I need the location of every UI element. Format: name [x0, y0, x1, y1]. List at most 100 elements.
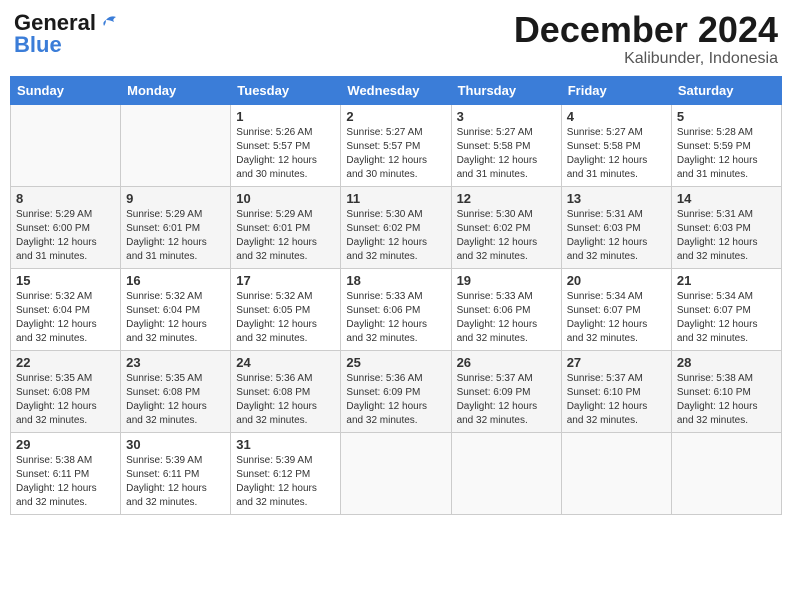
day-number: 24 — [236, 355, 335, 370]
calendar-cell: 22 Sunrise: 5:35 AMSunset: 6:08 PMDayligh… — [11, 350, 121, 432]
weekday-header-wednesday: Wednesday — [341, 76, 451, 104]
calendar-cell: 31Sunrise: 5:39 AMSunset: 6:12 PMDayligh… — [231, 432, 341, 514]
cell-content: Sunrise: 5:37 AMSunset: 6:10 PMDaylight:… — [567, 372, 666, 428]
calendar-cell: 14 Sunrise: 5:31 AMSunset: 6:03 PMDayligh… — [671, 186, 781, 268]
day-number: 8 — [16, 191, 115, 206]
cell-content: Sunrise: 5:34 AMSunset: 6:07 PMDaylight:… — [677, 290, 776, 346]
weekday-header-friday: Friday — [561, 76, 671, 104]
day-number: 26 — [457, 355, 556, 370]
cell-content: Sunrise: 5:27 AMSunset: 5:58 PMDaylight:… — [457, 126, 556, 182]
cell-content: Sunrise: 5:28 AMSunset: 5:59 PMDaylight:… — [677, 126, 776, 182]
day-number: 13 — [567, 191, 666, 206]
calendar-cell: 17 Sunrise: 5:32 AMSunset: 6:05 PMDayligh… — [231, 268, 341, 350]
calendar-cell — [451, 432, 561, 514]
calendar-cell: 12 Sunrise: 5:30 AMSunset: 6:02 PMDayligh… — [451, 186, 561, 268]
location: Kalibunder, Indonesia — [514, 50, 778, 68]
cell-content: Sunrise: 5:34 AMSunset: 6:07 PMDaylight:… — [567, 290, 666, 346]
month-title: December 2024 — [514, 10, 778, 50]
calendar-cell: 2 Sunrise: 5:27 AMSunset: 5:57 PMDaylight… — [341, 104, 451, 186]
calendar-cell: 25 Sunrise: 5:36 AMSunset: 6:09 PMDayligh… — [341, 350, 451, 432]
weekday-header-sunday: Sunday — [11, 76, 121, 104]
calendar-cell — [561, 432, 671, 514]
cell-content: Sunrise: 5:27 AMSunset: 5:58 PMDaylight:… — [567, 126, 666, 182]
day-number: 1 — [236, 109, 335, 124]
day-number: 25 — [346, 355, 445, 370]
calendar-cell: 26 Sunrise: 5:37 AMSunset: 6:09 PMDayligh… — [451, 350, 561, 432]
cell-content: Sunrise: 5:30 AMSunset: 6:02 PMDaylight:… — [457, 208, 556, 264]
weekday-header-monday: Monday — [121, 76, 231, 104]
cell-content: Sunrise: 5:29 AMSunset: 6:01 PMDaylight:… — [236, 208, 335, 264]
day-number: 16 — [126, 273, 225, 288]
calendar-cell: 23Sunrise: 5:35 AMSunset: 6:08 PMDayligh… — [121, 350, 231, 432]
day-number: 20 — [567, 273, 666, 288]
day-number: 12 — [457, 191, 556, 206]
cell-content: Sunrise: 5:36 AMSunset: 6:08 PMDaylight:… — [236, 372, 335, 428]
day-number: 22 — [16, 355, 115, 370]
calendar-cell: 13 Sunrise: 5:31 AMSunset: 6:03 PMDayligh… — [561, 186, 671, 268]
calendar-cell: 5 Sunrise: 5:28 AMSunset: 5:59 PMDaylight… — [671, 104, 781, 186]
calendar-cell: 20 Sunrise: 5:34 AMSunset: 6:07 PMDayligh… — [561, 268, 671, 350]
cell-content: Sunrise: 5:36 AMSunset: 6:09 PMDaylight:… — [346, 372, 445, 428]
cell-content: Sunrise: 5:35 AMSunset: 6:08 PMDaylight:… — [16, 372, 115, 428]
day-number: 31 — [236, 437, 335, 452]
day-number: 10 — [236, 191, 335, 206]
day-number: 23 — [126, 355, 225, 370]
cell-content: Sunrise: 5:37 AMSunset: 6:09 PMDaylight:… — [457, 372, 556, 428]
weekday-header-saturday: Saturday — [671, 76, 781, 104]
day-number: 14 — [677, 191, 776, 206]
calendar-cell: 16 Sunrise: 5:32 AMSunset: 6:04 PMDayligh… — [121, 268, 231, 350]
day-number: 27 — [567, 355, 666, 370]
calendar-cell — [11, 104, 121, 186]
cell-content: Sunrise: 5:38 AMSunset: 6:10 PMDaylight:… — [677, 372, 776, 428]
calendar-cell: 11Sunrise: 5:30 AMSunset: 6:02 PMDayligh… — [341, 186, 451, 268]
cell-content: Sunrise: 5:32 AMSunset: 6:05 PMDaylight:… — [236, 290, 335, 346]
calendar-cell: 15 Sunrise: 5:32 AMSunset: 6:04 PMDayligh… — [11, 268, 121, 350]
calendar-cell: 3Sunrise: 5:27 AMSunset: 5:58 PMDaylight… — [451, 104, 561, 186]
cell-content: Sunrise: 5:31 AMSunset: 6:03 PMDaylight:… — [567, 208, 666, 264]
day-number: 9 — [126, 191, 225, 206]
day-number: 21 — [677, 273, 776, 288]
cell-content: Sunrise: 5:33 AMSunset: 6:06 PMDaylight:… — [346, 290, 445, 346]
cell-content: Sunrise: 5:38 AMSunset: 6:11 PMDaylight:… — [16, 454, 115, 510]
calendar-cell: 1 Sunrise: 5:26 AMSunset: 5:57 PMDaylight… — [231, 104, 341, 186]
calendar-table: SundayMondayTuesdayWednesdayThursdayFrid… — [10, 76, 782, 515]
cell-content: Sunrise: 5:30 AMSunset: 6:02 PMDaylight:… — [346, 208, 445, 264]
day-number: 17 — [236, 273, 335, 288]
calendar-cell: 28Sunrise: 5:38 AMSunset: 6:10 PMDayligh… — [671, 350, 781, 432]
day-number: 18 — [346, 273, 445, 288]
logo-text-blue: Blue — [14, 32, 62, 58]
calendar-cell — [341, 432, 451, 514]
cell-content: Sunrise: 5:31 AMSunset: 6:03 PMDaylight:… — [677, 208, 776, 264]
calendar-cell — [121, 104, 231, 186]
day-number: 2 — [346, 109, 445, 124]
calendar-cell: 10 Sunrise: 5:29 AMSunset: 6:01 PMDayligh… — [231, 186, 341, 268]
cell-content: Sunrise: 5:33 AMSunset: 6:06 PMDaylight:… — [457, 290, 556, 346]
weekday-header-tuesday: Tuesday — [231, 76, 341, 104]
calendar-cell: 4 Sunrise: 5:27 AMSunset: 5:58 PMDaylight… — [561, 104, 671, 186]
day-number: 4 — [567, 109, 666, 124]
title-block: December 2024 Kalibunder, Indonesia — [514, 10, 778, 68]
calendar-cell — [671, 432, 781, 514]
calendar-cell: 29 Sunrise: 5:38 AMSunset: 6:11 PMDayligh… — [11, 432, 121, 514]
day-number: 29 — [16, 437, 115, 452]
logo-bird-icon — [98, 14, 120, 32]
page-header: General Blue December 2024 Kalibunder, I… — [10, 10, 782, 68]
day-number: 30 — [126, 437, 225, 452]
logo: General Blue — [14, 10, 120, 58]
cell-content: Sunrise: 5:27 AMSunset: 5:57 PMDaylight:… — [346, 126, 445, 182]
cell-content: Sunrise: 5:29 AMSunset: 6:00 PMDaylight:… — [16, 208, 115, 264]
cell-content: Sunrise: 5:29 AMSunset: 6:01 PMDaylight:… — [126, 208, 225, 264]
calendar-cell: 21 Sunrise: 5:34 AMSunset: 6:07 PMDayligh… — [671, 268, 781, 350]
cell-content: Sunrise: 5:39 AMSunset: 6:11 PMDaylight:… — [126, 454, 225, 510]
calendar-cell: 8 Sunrise: 5:29 AMSunset: 6:00 PMDaylight… — [11, 186, 121, 268]
calendar-cell: 24 Sunrise: 5:36 AMSunset: 6:08 PMDayligh… — [231, 350, 341, 432]
day-number: 5 — [677, 109, 776, 124]
calendar-cell: 9 Sunrise: 5:29 AMSunset: 6:01 PMDaylight… — [121, 186, 231, 268]
day-number: 15 — [16, 273, 115, 288]
cell-content: Sunrise: 5:26 AMSunset: 5:57 PMDaylight:… — [236, 126, 335, 182]
day-number: 19 — [457, 273, 556, 288]
cell-content: Sunrise: 5:32 AMSunset: 6:04 PMDaylight:… — [126, 290, 225, 346]
weekday-header-thursday: Thursday — [451, 76, 561, 104]
calendar-cell: 18 Sunrise: 5:33 AMSunset: 6:06 PMDayligh… — [341, 268, 451, 350]
cell-content: Sunrise: 5:32 AMSunset: 6:04 PMDaylight:… — [16, 290, 115, 346]
